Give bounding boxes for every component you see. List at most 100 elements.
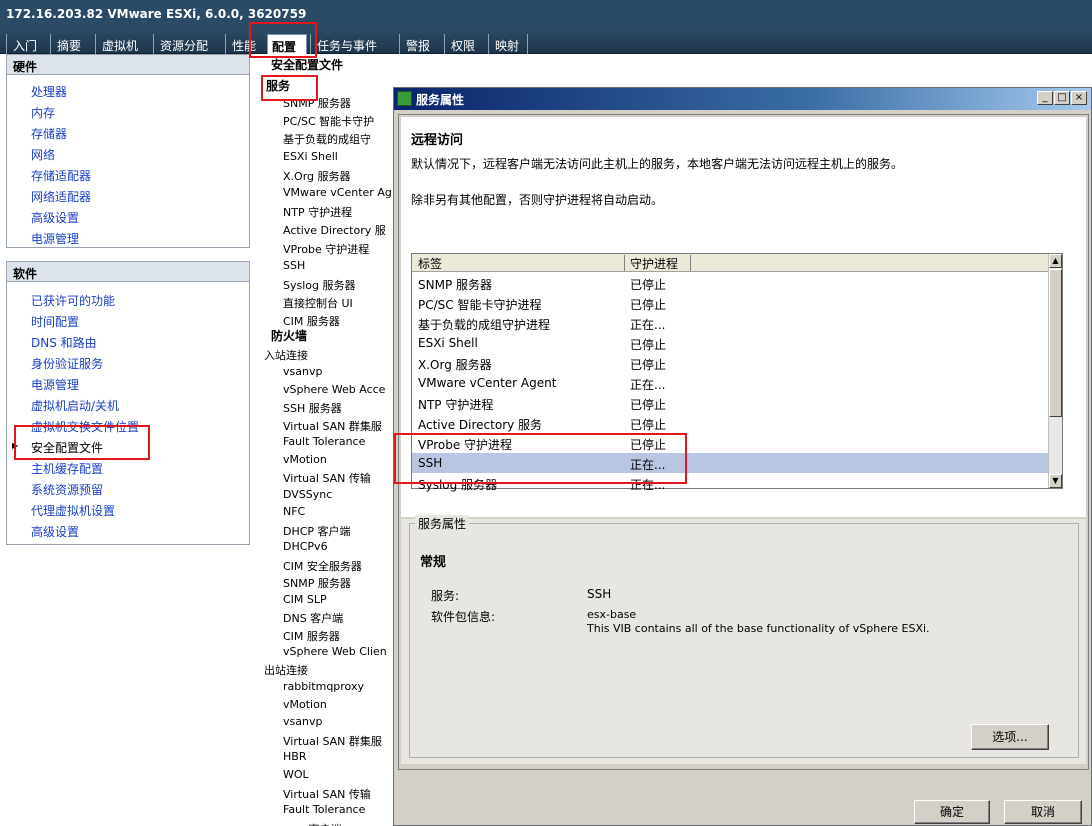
outbound-rule-item[interactable]: vMotion	[283, 698, 327, 711]
inbound-rule-item[interactable]: SSH 服务器	[283, 400, 342, 416]
inbound-rule-item[interactable]: vSphere Web Acce	[283, 383, 385, 396]
service-item[interactable]: SNMP 服务器	[283, 95, 351, 111]
nav-power-management-sw[interactable]: 电源管理	[31, 376, 79, 396]
grid-row[interactable]: Active Directory 服务 已停止	[412, 413, 1050, 433]
nav-vm-swapfile-location[interactable]: 虚拟机交换文件位置	[31, 418, 139, 438]
outbound-rule-item[interactable]: HBR	[283, 750, 306, 763]
nav-vm-startup-shutdown[interactable]: 虚拟机启动/关机	[31, 397, 119, 417]
inbound-rule-item[interactable]: DHCP 客户端	[283, 523, 351, 539]
nav-processors[interactable]: 处理器	[31, 83, 67, 103]
outbound-rule-item[interactable]: Fault Tolerance	[283, 803, 365, 816]
service-item[interactable]: 直接控制台 UI	[283, 295, 353, 311]
grid-row[interactable]: SNMP 服务器 已停止	[412, 273, 1050, 293]
outbound-rule-item[interactable]: WOL	[283, 768, 309, 781]
nav-dns-routing[interactable]: DNS 和路由	[31, 334, 97, 354]
inbound-rule-item[interactable]: NFC	[283, 505, 305, 518]
service-item[interactable]: 基于负载的成组守	[283, 131, 371, 147]
service-properties-dialog: 服务属性 _ □ × 远程访问 默认情况下，远程客户端无法访问此主机上的服务，本…	[393, 87, 1092, 826]
package-value: esx-base	[587, 608, 637, 621]
inbound-rule-item[interactable]: CIM SLP	[283, 593, 327, 606]
grid-row[interactable]: VProbe 守护进程 已停止	[412, 433, 1050, 453]
inbound-rule-item[interactable]: SNMP 服务器	[283, 575, 351, 591]
svc-props-legend: 服务属性	[415, 515, 470, 532]
nav-security-profile[interactable]: 安全配置文件	[31, 439, 103, 459]
outbound-rule-item[interactable]: Virtual SAN 群集服	[283, 733, 382, 749]
outbound-rule-item[interactable]: …… 客户端	[283, 821, 342, 826]
service-item[interactable]: NTP 守护进程	[283, 204, 352, 220]
service-item[interactable]: PC/SC 智能卡守护	[283, 113, 374, 129]
col-daemon-header[interactable]: 守护进程	[630, 255, 678, 272]
nav-advanced-settings-hw[interactable]: 高级设置	[31, 209, 79, 229]
grid-row[interactable]: X.Org 服务器 已停止	[412, 353, 1050, 373]
service-item[interactable]: SSH	[283, 259, 305, 272]
cancel-button[interactable]: 取消	[1004, 800, 1082, 824]
tab-performance[interactable]: 性能	[225, 34, 267, 54]
nav-host-cache-configuration[interactable]: 主机缓存配置	[31, 460, 103, 480]
tab-getting-started[interactable]: 入门	[6, 34, 40, 54]
inbound-rule-item[interactable]: CIM 安全服务器	[283, 558, 362, 574]
grid-row[interactable]: Syslog 服务器 正在...	[412, 473, 1050, 493]
nav-system-resource-reservation[interactable]: 系统资源预留	[31, 481, 103, 501]
scroll-down-icon[interactable]: ▼	[1049, 474, 1062, 488]
service-item[interactable]: Active Directory 服	[283, 222, 386, 238]
tab-resource-allocation[interactable]: 资源分配	[153, 34, 223, 54]
tab-virtual-machines[interactable]: 虚拟机	[95, 34, 151, 54]
col-label-header[interactable]: 标签	[418, 255, 442, 272]
software-header: 软件	[7, 262, 249, 282]
nav-network-adapters[interactable]: 网络适配器	[31, 188, 91, 208]
nav-networking[interactable]: 网络	[31, 146, 55, 166]
nav-power-management-hw[interactable]: 电源管理	[31, 230, 79, 250]
grid-row[interactable]: NTP 守护进程 已停止	[412, 393, 1050, 413]
outbound-rule-item[interactable]: Virtual SAN 传输	[283, 786, 371, 802]
inbound-rule-item[interactable]: vsanvp	[283, 365, 322, 378]
remote-access-title: 远程访问	[411, 133, 464, 148]
grid-row[interactable]: 基于负载的成组守护进程 正在...	[412, 313, 1050, 333]
scroll-up-icon[interactable]: ▲	[1049, 254, 1062, 268]
inbound-rule-item[interactable]: DHCPv6	[283, 540, 328, 553]
service-item[interactable]: VProbe 守护进程	[283, 241, 369, 257]
inbound-rule-item[interactable]: DNS 客户端	[283, 610, 343, 626]
dialog-title: 服务属性	[394, 88, 1091, 110]
maximize-button[interactable]: □	[1054, 91, 1070, 105]
package-description: This VIB contains all of the base functi…	[587, 622, 930, 635]
grid-row[interactable]: PC/SC 智能卡守护进程 已停止	[412, 293, 1050, 313]
inbound-rule-item[interactable]: Virtual SAN 群集服	[283, 418, 382, 434]
grid-row[interactable]: VMware vCenter Agent 正在...	[412, 373, 1050, 393]
tab-tasks-events[interactable]: 任务与事件	[310, 34, 398, 54]
scroll-thumb[interactable]	[1049, 269, 1062, 417]
minimize-button[interactable]: _	[1037, 91, 1053, 105]
tab-summary[interactable]: 摘要	[50, 34, 94, 54]
outbound-rule-item[interactable]: rabbitmqproxy	[283, 680, 364, 693]
service-item[interactable]: Syslog 服务器	[283, 277, 356, 293]
tab-alarms[interactable]: 警报	[399, 34, 443, 54]
inbound-rule-item[interactable]: vMotion	[283, 453, 327, 466]
tab-maps[interactable]: 映射	[488, 34, 528, 54]
nav-authentication-services[interactable]: 身份验证服务	[31, 355, 103, 375]
grid-scrollbar[interactable]: ▲ ▼	[1048, 254, 1062, 488]
inbound-rule-item[interactable]: Virtual SAN 传输	[283, 470, 371, 486]
nav-advanced-settings-sw[interactable]: 高级设置	[31, 523, 79, 543]
inbound-rule-item[interactable]: DVSSync	[283, 488, 332, 501]
service-item[interactable]: X.Org 服务器	[283, 168, 351, 184]
nav-storage-adapters[interactable]: 存储适配器	[31, 167, 91, 187]
grid-row[interactable]: ESXi Shell 已停止	[412, 333, 1050, 353]
col-divider	[690, 255, 691, 271]
inbound-rule-item[interactable]: vSphere Web Clien	[283, 645, 387, 658]
close-button[interactable]: ×	[1071, 91, 1087, 105]
service-item[interactable]: VMware vCenter Ag	[283, 186, 392, 199]
service-item[interactable]: ESXi Shell	[283, 150, 338, 163]
inbound-rule-item[interactable]: Fault Tolerance	[283, 435, 365, 448]
ok-button[interactable]: 确定	[914, 800, 990, 824]
col-divider	[624, 255, 625, 271]
nav-memory[interactable]: 内存	[31, 104, 55, 124]
tab-configuration[interactable]: 配置	[267, 34, 307, 54]
nav-storage[interactable]: 存储器	[31, 125, 67, 145]
nav-agent-vm-settings[interactable]: 代理虚拟机设置	[31, 502, 115, 522]
nav-time-configuration[interactable]: 时间配置	[31, 313, 79, 333]
options-button[interactable]: 选项...	[971, 724, 1049, 750]
inbound-rule-item[interactable]: CIM 服务器	[283, 628, 340, 644]
grid-row[interactable]: SSH 正在...	[412, 453, 1050, 473]
outbound-rule-item[interactable]: vsanvp	[283, 715, 322, 728]
nav-licensed-features[interactable]: 已获许可的功能	[31, 292, 115, 312]
tab-permissions[interactable]: 权限	[444, 34, 486, 54]
